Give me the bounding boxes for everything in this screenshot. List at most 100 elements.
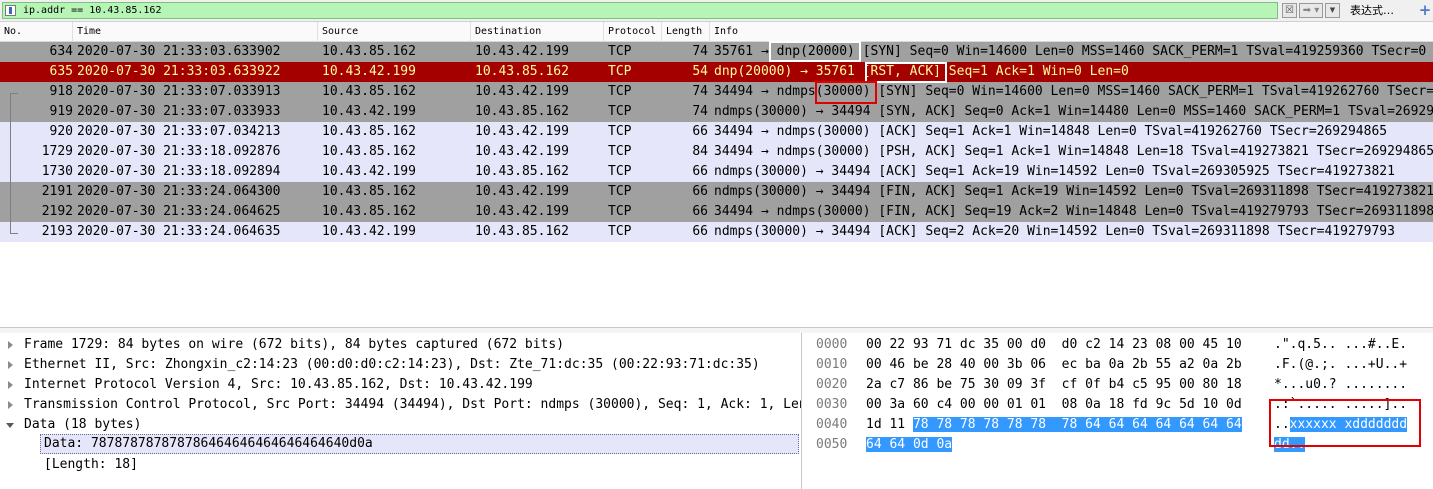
cell-destination: 10.43.85.162: [475, 224, 569, 239]
column-header-no[interactable]: No.: [0, 22, 73, 42]
bytes-ascii[interactable]: *...u0.? ........: [1274, 375, 1407, 395]
packet-row[interactable]: 919 2020-07-30 21:33:07.033933 10.43.42.19…: [0, 102, 1433, 122]
bytes-ascii[interactable]: .F.(@.;. ...+U..+: [1274, 355, 1407, 375]
tree-node-tcp[interactable]: Transmission Control Protocol, Src Port:…: [0, 395, 801, 415]
cell-destination: 10.43.85.162: [475, 64, 569, 79]
cell-no: 634: [49, 44, 73, 59]
expand-icon[interactable]: [8, 341, 13, 349]
bytes-hex[interactable]: 64 64 0d 0a: [866, 435, 953, 455]
filter-bookmark-icon[interactable]: [5, 5, 16, 16]
tree-node-ip[interactable]: Internet Protocol Version 4, Src: 10.43.…: [0, 375, 533, 395]
bytes-ascii[interactable]: .:`..... .....]..: [1274, 395, 1407, 415]
bytes-offset: 0050: [816, 437, 848, 452]
cell-info: 34494 → ndmps(30000) [FIN, ACK] Seq=19 A…: [714, 204, 1433, 219]
tree-label-ethernet: Ethernet II, Src: Zhongxin_c2:14:23 (00:…: [24, 357, 760, 372]
clear-filter-button[interactable]: ☒: [1282, 3, 1297, 18]
packet-row[interactable]: 1730 2020-07-30 21:33:18.092894 10.43.42.1…: [0, 162, 1433, 182]
display-filter-toolbar: ip.addr == 10.43.85.162 ☒ ➡ ▾ ▼ 表达式… +: [0, 0, 1433, 22]
tree-node-data-value[interactable]: Data: 787878787878786464646464646464640d…: [0, 434, 373, 454]
column-header-time[interactable]: Time: [73, 22, 318, 42]
tree-node-frame[interactable]: Frame 1729: 84 bytes on wire (672 bits),…: [0, 335, 564, 355]
cell-source: 10.43.85.162: [322, 44, 416, 59]
bytes-hex-highlight: 78 78 78 78 78 78 78 64 64 64 64 64 64 6…: [912, 417, 1242, 432]
packet-row[interactable]: 918 2020-07-30 21:33:07.033913 10.43.85.16…: [0, 82, 1433, 102]
bytes-ascii-plain: *...u0.? ........: [1274, 377, 1408, 392]
column-header-protocol[interactable]: Protocol: [604, 22, 662, 42]
bytes-offset: 0030: [816, 397, 848, 412]
bytes-ascii[interactable]: dd..: [1274, 435, 1306, 455]
collapse-icon[interactable]: [6, 423, 14, 428]
bytes-offset: 0010: [816, 357, 848, 372]
bytes-hex[interactable]: 1d 11 78 78 78 78 78 78 78 64 64 64 64 6…: [866, 415, 1242, 435]
cell-source: 10.43.42.199: [322, 224, 416, 239]
apply-filter-button[interactable]: ➡ ▾: [1299, 3, 1323, 18]
bytes-hex[interactable]: 2a c7 86 be 75 30 09 3f cf 0f b4 c5 95 0…: [866, 375, 1242, 395]
bytes-ascii-plain: .:`..... .....]..: [1274, 397, 1408, 412]
cell-length: 74: [692, 84, 708, 99]
column-header-destination[interactable]: Destination: [471, 22, 604, 42]
cell-time: 2020-07-30 21:33:07.034213: [77, 124, 281, 139]
cell-destination: 10.43.42.199: [475, 84, 569, 99]
bytes-ascii-plain: ..: [1274, 417, 1290, 432]
column-header-info[interactable]: Info: [710, 22, 1433, 42]
bytes-offset: 0020: [816, 377, 848, 392]
cell-destination: 10.43.42.199: [475, 44, 569, 59]
bytes-line: 0040 1d 11 78 78 78 78 78 78 78 64 64 64 …: [806, 415, 1433, 435]
cell-length: 66: [692, 224, 708, 239]
cell-info: dnp(20000) → 35761 [RST, ACK] Seq=1 Ack=…: [714, 64, 1129, 79]
bytes-hex[interactable]: 00 22 93 71 dc 35 00 d0 d0 c2 14 23 08 0…: [866, 335, 1242, 355]
bytes-hex-plain: 00 46 be 28 40 00 3b 06 ec ba 0a 2b 55 a…: [866, 357, 1242, 372]
cell-time: 2020-07-30 21:33:07.033913: [77, 84, 281, 99]
cell-protocol: TCP: [608, 124, 632, 139]
bytes-ascii[interactable]: ..xxxxxx xddddddd: [1274, 415, 1408, 435]
packet-row[interactable]: 920 2020-07-30 21:33:07.034213 10.43.85.16…: [0, 122, 1433, 142]
expand-icon[interactable]: [8, 401, 13, 409]
recent-filters-dropdown[interactable]: ▼: [1325, 3, 1340, 18]
tree-node-ethernet[interactable]: Ethernet II, Src: Zhongxin_c2:14:23 (00:…: [0, 355, 760, 375]
cell-info: ndmps(30000) → 34494 [SYN, ACK] Seq=0 Ac…: [714, 104, 1433, 119]
cell-info: 35761 → dnp(20000) [SYN] Seq=0 Win=14600…: [714, 44, 1427, 59]
bytes-offset: 0000: [816, 337, 848, 352]
display-filter-input[interactable]: ip.addr == 10.43.85.162: [2, 2, 1278, 19]
cell-length: 74: [692, 104, 708, 119]
bytes-offset: 0040: [816, 417, 848, 432]
tree-label-tcp: Transmission Control Protocol, Src Port:…: [24, 397, 802, 412]
bytes-hex[interactable]: 00 3a 60 c4 00 00 01 01 08 0a 18 fd 9c 5…: [866, 395, 1242, 415]
expression-button[interactable]: 表达式…: [1350, 3, 1394, 18]
cell-length: 66: [692, 184, 708, 199]
tree-node-data-length[interactable]: [Length: 18]: [0, 455, 138, 475]
cell-protocol: TCP: [608, 84, 632, 99]
filter-text[interactable]: ip.addr == 10.43.85.162: [23, 4, 161, 18]
cell-source: 10.43.85.162: [322, 204, 416, 219]
cell-protocol: TCP: [608, 144, 632, 159]
cell-info: 34494 → ndmps(30000) [PSH, ACK] Seq=1 Ac…: [714, 144, 1433, 159]
cell-source: 10.43.42.199: [322, 104, 416, 119]
cell-destination: 10.43.85.162: [475, 104, 569, 119]
cell-time: 2020-07-30 21:33:24.064635: [77, 224, 281, 239]
tree-label-ip: Internet Protocol Version 4, Src: 10.43.…: [24, 377, 533, 392]
packet-row[interactable]: 2191 2020-07-30 21:33:24.064300 10.43.85.1…: [0, 182, 1433, 202]
expand-icon[interactable]: [8, 361, 13, 369]
packet-list-header: No. Time Source Destination Protocol Len…: [0, 22, 1433, 42]
cell-no: 635: [49, 64, 73, 79]
bytes-ascii[interactable]: .".q.5.. ...#..E.: [1274, 335, 1407, 355]
tree-node-data[interactable]: Data (18 bytes): [0, 415, 141, 435]
bytes-ascii-highlight: xxxxxx xddddddd: [1289, 417, 1408, 432]
packet-bytes-pane: 0000 00 22 93 71 dc 35 00 d0 d0 c2 14 23 …: [806, 333, 1433, 489]
packet-row[interactable]: 2193 2020-07-30 21:33:24.064635 10.43.42.1…: [0, 222, 1433, 242]
bytes-line: 0020 2a c7 86 be 75 30 09 3f cf 0f b4 c5 …: [806, 375, 1433, 395]
tree-label-data-value: Data: 787878787878786464646464646464640d…: [44, 436, 373, 451]
packet-row[interactable]: 634 2020-07-30 21:33:03.633902 10.43.85.16…: [0, 42, 1433, 62]
column-header-source[interactable]: Source: [318, 22, 471, 42]
bytes-hex[interactable]: 00 46 be 28 40 00 3b 06 ec ba 0a 2b 55 a…: [866, 355, 1242, 375]
cell-protocol: TCP: [608, 204, 632, 219]
packet-row[interactable]: 1729 2020-07-30 21:33:18.092876 10.43.85.1…: [0, 142, 1433, 162]
column-header-length[interactable]: Length: [662, 22, 710, 42]
packet-row[interactable]: 2192 2020-07-30 21:33:24.064625 10.43.85.1…: [0, 202, 1433, 222]
apply-arrow-icon: ➡ ▾: [1302, 5, 1320, 16]
expand-icon[interactable]: [8, 381, 13, 389]
add-filter-button[interactable]: +: [1418, 1, 1432, 19]
bytes-hex-highlight: 64 64 0d 0a: [866, 437, 953, 452]
packet-row[interactable]: 635 2020-07-30 21:33:03.633922 10.43.42.19…: [0, 62, 1433, 82]
packet-list-pane: No. Time Source Destination Protocol Len…: [0, 22, 1433, 328]
